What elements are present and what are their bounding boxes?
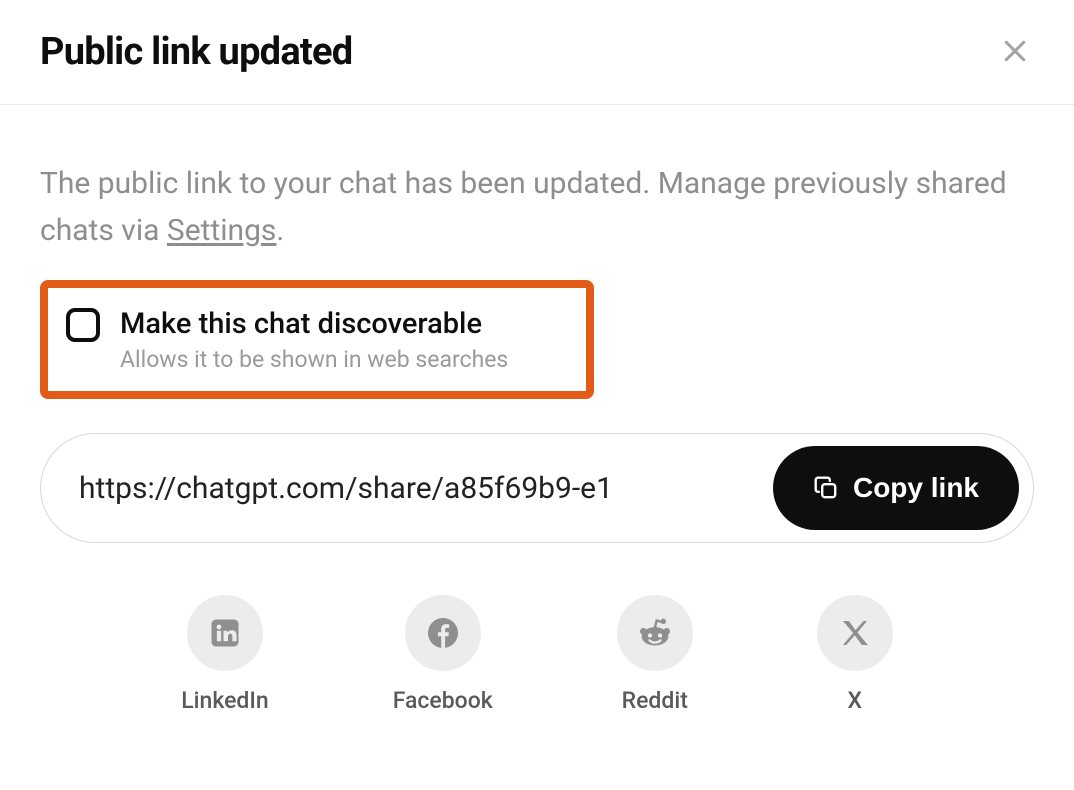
dialog-title: Public link updated xyxy=(40,30,352,74)
share-row: LinkedIn Facebook xyxy=(40,595,1034,714)
x-icon xyxy=(817,595,893,671)
discoverable-option-highlighted: Make this chat discoverable Allows it to… xyxy=(40,280,594,399)
share-url-text[interactable]: https://chatgpt.com/share/a85f69b9-e1 xyxy=(79,471,757,506)
share-label-facebook: Facebook xyxy=(393,687,493,714)
discoverable-title: Make this chat discoverable xyxy=(120,306,508,342)
facebook-icon xyxy=(405,595,481,671)
reddit-icon xyxy=(617,595,693,671)
dialog-header: Public link updated xyxy=(0,0,1074,105)
discoverable-text: Make this chat discoverable Allows it to… xyxy=(120,306,508,373)
dialog-content: The public link to your chat has been up… xyxy=(0,105,1074,754)
share-item-x[interactable]: X xyxy=(817,595,893,714)
share-item-linkedin[interactable]: LinkedIn xyxy=(181,595,268,714)
share-link-field: https://chatgpt.com/share/a85f69b9-e1 Co… xyxy=(40,433,1034,543)
linkedin-icon xyxy=(187,595,263,671)
share-label-linkedin: LinkedIn xyxy=(181,687,268,714)
discoverable-checkbox[interactable] xyxy=(66,308,100,342)
copy-icon xyxy=(813,475,839,501)
description-suffix: . xyxy=(276,213,284,248)
settings-link[interactable]: Settings xyxy=(167,213,277,248)
description-text: The public link to your chat has been up… xyxy=(40,161,1020,254)
close-icon xyxy=(1000,36,1030,69)
share-label-reddit: Reddit xyxy=(622,687,688,714)
discoverable-subtitle: Allows it to be shown in web searches xyxy=(120,346,508,373)
close-button[interactable] xyxy=(996,32,1034,73)
copy-link-button[interactable]: Copy link xyxy=(773,446,1019,530)
share-item-facebook[interactable]: Facebook xyxy=(393,595,493,714)
share-label-x: X xyxy=(847,687,862,714)
share-item-reddit[interactable]: Reddit xyxy=(617,595,693,714)
copy-link-label: Copy link xyxy=(853,472,979,504)
